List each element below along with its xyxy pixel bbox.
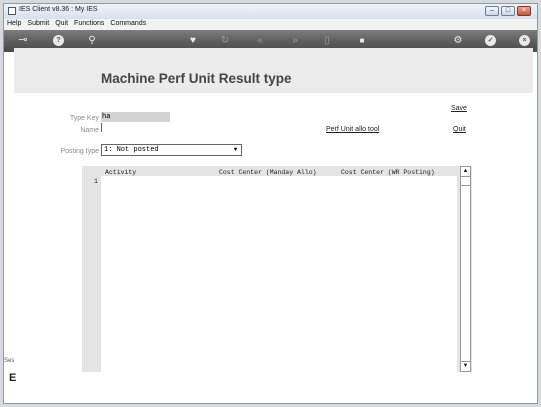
grid-body[interactable] [101, 176, 457, 372]
close-icon[interactable]: × [519, 35, 530, 46]
save-link[interactable]: Save [451, 105, 467, 112]
forward-icon[interactable]: » [289, 34, 301, 47]
session-label: Ses [4, 358, 15, 364]
refresh-icon[interactable]: ↻ [219, 34, 231, 47]
scroll-down-icon[interactable]: ▼ [461, 361, 470, 371]
column-header-cost-center-wr[interactable]: Cost Center (WR Posting) [341, 169, 435, 176]
menu-bar: Help Submit Quit Functions Commands [4, 19, 537, 30]
settings-icon[interactable]: ⚙ [452, 34, 464, 47]
scroll-thumb[interactable] [461, 177, 470, 186]
search-icon[interactable]: ⚲ [86, 34, 98, 47]
menu-submit[interactable]: Submit [24, 19, 52, 27]
menu-commands[interactable]: Commands [107, 19, 149, 27]
posting-type-select[interactable]: 1: Not posted ▼ [101, 144, 242, 156]
perf-unit-allo-tool-link[interactable]: Perf Unit allo tool [326, 126, 379, 133]
page-title: Machine Perf Unit Result type [101, 71, 292, 86]
stop-icon[interactable]: ■ [357, 34, 367, 47]
menu-functions[interactable]: Functions [71, 19, 107, 27]
maximize-button[interactable]: □ [501, 6, 515, 16]
type-key-label: Type Key [69, 115, 99, 122]
name-input[interactable] [101, 123, 102, 132]
row-number: 1 [94, 178, 98, 185]
type-key-input[interactable]: ha [101, 112, 170, 122]
menu-quit[interactable]: Quit [52, 19, 71, 27]
close-window-button[interactable]: × [517, 6, 531, 16]
document-icon[interactable]: ▯ [322, 34, 332, 47]
vertical-scrollbar[interactable]: ▲ ▼ [460, 166, 471, 372]
rewind-icon[interactable]: « [254, 34, 266, 47]
title-bar: IES Client v8.36 : My IES – □ × [4, 4, 537, 19]
heart-icon[interactable]: ♥ [187, 34, 199, 47]
help-icon[interactable]: ? [53, 35, 64, 46]
name-label: Name [80, 127, 99, 134]
column-header-activity[interactable]: Activity [105, 169, 136, 176]
window-title: IES Client v8.36 : My IES [19, 6, 98, 13]
posting-type-value: 1: Not posted [104, 146, 159, 154]
posting-type-label: Posting type [60, 148, 99, 155]
side-glyph: E [9, 372, 17, 384]
key-icon[interactable]: ⊸ [12, 34, 34, 47]
menu-help[interactable]: Help [4, 19, 24, 27]
quit-link[interactable]: Quit [453, 126, 466, 133]
column-header-cost-center-manday[interactable]: Cost Center (Manday Allo) [219, 169, 317, 176]
check-icon[interactable]: ✓ [485, 35, 496, 46]
chevron-down-icon[interactable]: ▼ [231, 145, 240, 155]
scroll-up-icon[interactable]: ▲ [461, 167, 470, 177]
app-icon [8, 7, 16, 15]
minimize-button[interactable]: – [485, 6, 499, 16]
